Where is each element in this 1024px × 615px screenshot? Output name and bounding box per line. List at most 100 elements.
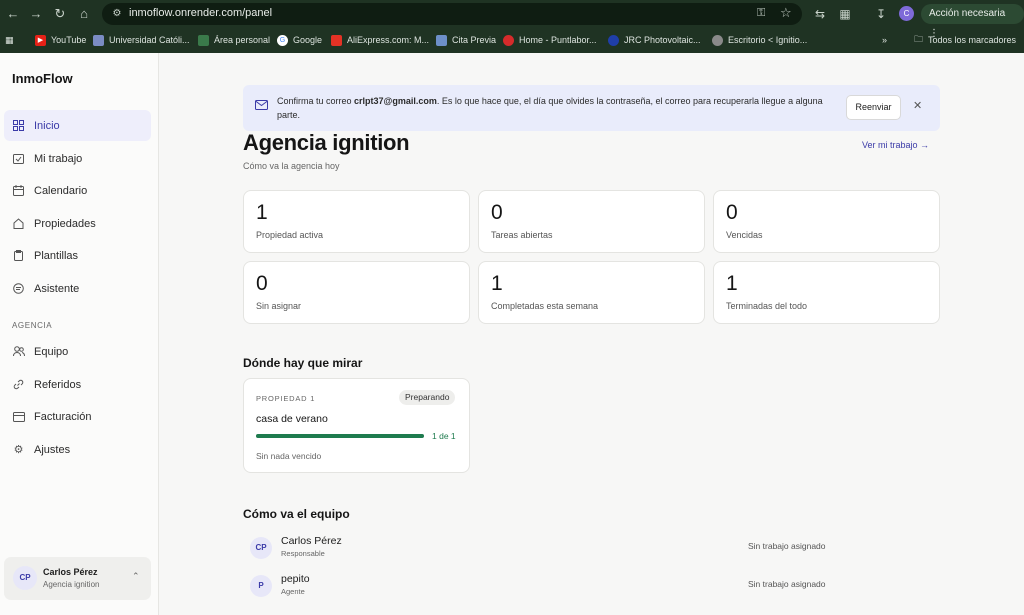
calendar-icon — [12, 184, 25, 197]
bookmark-label: Cita Previa — [452, 35, 497, 45]
url-text[interactable]: inmoflow.onrender.com/panel — [129, 7, 272, 19]
sidebar-item-label: Asistente — [34, 282, 80, 295]
bookmark-6[interactable]: Home - Puntlabor... — [503, 33, 597, 47]
sidebar-item-label: Equipo — [34, 345, 69, 358]
puntlabor-icon — [503, 34, 514, 46]
action-needed-button[interactable]: Acción necesaria ⋮ — [921, 4, 1024, 39]
sidebar-item-propiedades[interactable]: Propiedades — [4, 208, 151, 239]
bookmark-label: Google — [293, 35, 323, 45]
apps-icon[interactable]: ▦ — [5, 33, 14, 47]
sidebar-item-label: Inicio — [34, 119, 60, 132]
bookmark-label: Área personal — [214, 35, 271, 45]
folder-icon: 🗀 — [914, 34, 924, 44]
bookmark-label: YouTube — [51, 35, 87, 45]
sidebar-item-equipo[interactable]: Equipo — [4, 336, 151, 367]
bookmark-7[interactable]: JRC Photovoltaic... — [608, 33, 701, 47]
sidebar-item-calendario[interactable]: Calendario — [4, 175, 151, 206]
bookmark-3[interactable]: G Google — [277, 33, 322, 47]
property-name: casa de verano — [256, 413, 328, 425]
bookmark-label: Home - Puntlabor... — [519, 35, 597, 45]
progress-bar — [256, 434, 424, 438]
link-icon — [12, 378, 25, 391]
users-icon — [12, 345, 25, 358]
grid-icon — [12, 119, 25, 132]
team-member-row[interactable]: CP Carlos Pérez Responsable Sin trabajo … — [250, 534, 940, 564]
resend-button[interactable]: Reenviar — [846, 95, 901, 120]
stat-label: Terminadas del todo — [726, 301, 808, 311]
google-icon: G — [277, 34, 288, 46]
team-heading: Cómo va el equipo — [243, 507, 350, 521]
download-icon[interactable]: ↧ — [872, 5, 890, 23]
home-icon[interactable]: ⌂ — [75, 5, 93, 23]
page-title: Agencia ignition — [243, 130, 410, 155]
avatar: CP — [250, 537, 272, 559]
user-menu[interactable]: CP Carlos Pérez Agencia ignition ⌃ — [4, 557, 151, 600]
progress-count: 1 de 1 — [432, 431, 456, 441]
avatar: P — [250, 575, 272, 597]
profile-avatar[interactable]: C — [899, 6, 914, 21]
sidebar-item-facturacion[interactable]: Facturación — [4, 401, 151, 432]
eu-icon — [608, 34, 619, 46]
site-info-icon[interactable]: ⚙ — [110, 7, 124, 21]
reload-icon[interactable]: ↻ — [51, 5, 69, 23]
sidebar-item-inicio[interactable]: Inicio — [4, 110, 151, 141]
property-card[interactable]: PROPIEDAD 1 Preparando casa de verano 1 … — [243, 378, 470, 473]
sidebar-item-plantillas[interactable]: Plantillas — [4, 240, 151, 271]
sidebar-item-asistente[interactable]: Asistente — [4, 273, 151, 304]
card-icon — [12, 410, 25, 423]
sidebar-item-label: Calendario — [34, 184, 88, 197]
star-icon[interactable]: ☆ — [780, 5, 792, 21]
app: InmoFlow Inicio Mi trabajo Calendario Pr… — [0, 53, 1024, 615]
bookmarks-bar: ▦ ▶ YouTube Universidad Católi... Área pe… — [0, 29, 1024, 51]
stat-card: 0 Sin asignar — [243, 261, 470, 324]
sidebar-item-label: Plantillas — [34, 249, 79, 262]
status-badge: Preparando — [399, 390, 456, 405]
university-icon — [93, 34, 104, 46]
member-status: Sin trabajo asignado — [748, 541, 826, 551]
bookmark-4[interactable]: AliExpress.com: M... — [331, 33, 429, 47]
sidebar-item-label: Propiedades — [34, 217, 96, 230]
chevron-up-icon: ⌃ — [132, 571, 140, 581]
bookmark-2[interactable]: Área personal — [198, 33, 270, 47]
more-bookmarks-icon[interactable]: » — [882, 33, 887, 47]
team-member-row[interactable]: P pepito Agente Sin trabajo asignado — [250, 572, 940, 602]
stat-value: 1 — [491, 272, 503, 295]
bookmark-label: AliExpress.com: M... — [347, 35, 430, 45]
back-icon[interactable]: ← — [4, 5, 22, 23]
brand-logo[interactable]: InmoFlow — [12, 71, 73, 86]
stat-card: 1 Completadas esta semana — [478, 261, 705, 324]
bookmark-1[interactable]: Universidad Católi... — [93, 33, 190, 47]
close-icon[interactable]: ✕ — [913, 99, 922, 112]
stat-label: Sin asignar — [256, 301, 302, 311]
member-name: pepito — [281, 573, 310, 585]
extensions-icon[interactable]: ▦ — [836, 5, 854, 23]
member-role: Agente — [281, 587, 305, 596]
address-bar[interactable]: ⚙ inmoflow.onrender.com/panel ⚿ ☆ — [102, 3, 802, 25]
property-kicker: PROPIEDAD 1 — [256, 394, 316, 403]
all-bookmarks[interactable]: 🗀 Todos los marcadores — [914, 33, 1016, 47]
calendar-icon — [436, 34, 447, 46]
sidebar-item-mi-trabajo[interactable]: Mi trabajo — [4, 143, 151, 174]
sidebar-item-referidos[interactable]: Referidos — [4, 369, 151, 400]
avatar: CP — [13, 566, 37, 590]
bookmark-label: Universidad Católi... — [109, 35, 190, 45]
bookmark-0[interactable]: ▶ YouTube — [35, 33, 86, 47]
bookmark-8[interactable]: Escritorio < Ignitio... — [712, 33, 807, 47]
sync-icon[interactable]: ⇆ — [811, 5, 829, 23]
sidebar-item-ajustes[interactable]: ⚙ Ajustes — [4, 434, 151, 465]
my-work-link[interactable]: Ver mi trabajo → — [862, 140, 929, 150]
all-bookmarks-label: Todos los marcadores — [928, 35, 1017, 45]
bookmark-label: JRC Photovoltaic... — [624, 35, 701, 45]
stat-value: 0 — [256, 272, 268, 295]
main-content: Confirma tu correo crlpt37@gmail.com. Es… — [160, 53, 1024, 615]
bookmark-5[interactable]: Cita Previa — [436, 33, 496, 47]
wordpress-icon — [712, 34, 723, 46]
action-needed-label: Acción necesaria — [929, 8, 1006, 19]
email-confirm-banner: Confirma tu correo crlpt37@gmail.com. Es… — [243, 85, 940, 131]
sidebar: InmoFlow Inicio Mi trabajo Calendario Pr… — [0, 53, 159, 615]
browser-toolbar: ← → ↻ ⌂ ⚙ inmoflow.onrender.com/panel ⚿ … — [0, 0, 1024, 39]
key-icon[interactable]: ⚿ — [757, 7, 765, 20]
member-status: Sin trabajo asignado — [748, 579, 826, 589]
member-role: Responsable — [281, 549, 325, 558]
forward-icon[interactable]: → — [27, 5, 45, 23]
